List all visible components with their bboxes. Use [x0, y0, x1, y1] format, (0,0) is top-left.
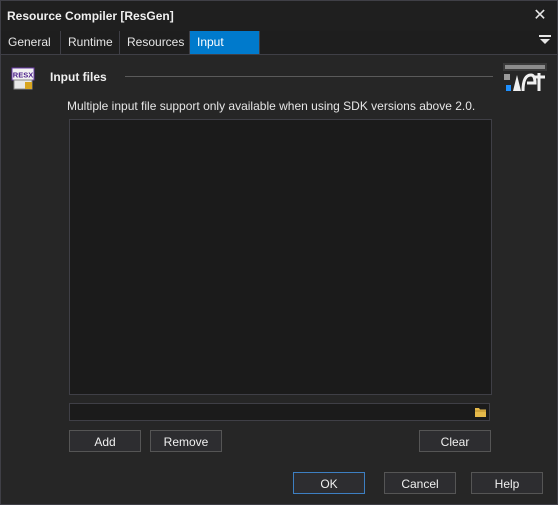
input-files-list[interactable]	[69, 119, 492, 395]
finalbuilder-net-logo	[503, 63, 547, 92]
tab-general[interactable]: General	[1, 31, 61, 54]
folder-icon[interactable]	[475, 407, 486, 417]
resgen-icon: RESX	[11, 67, 35, 90]
ok-button[interactable]: OK	[293, 472, 365, 494]
dialog-window: Resource Compiler [ResGen] ✕ General Run…	[0, 0, 558, 505]
tab-resources[interactable]: Resources	[120, 31, 190, 54]
main-content: RESX Input files Multiple input file sup…	[1, 55, 557, 504]
add-button[interactable]: Add	[69, 430, 141, 452]
section-title: Input files	[50, 70, 107, 84]
window-title: Resource Compiler [ResGen]	[7, 9, 174, 23]
help-button[interactable]: Help	[471, 472, 543, 494]
tab-input-files[interactable]: Input Files	[190, 31, 260, 72]
tab-menu-icon[interactable]	[539, 35, 551, 49]
clear-button[interactable]: Clear	[419, 430, 491, 452]
cancel-button[interactable]: Cancel	[384, 472, 456, 494]
tab-bar: General Runtime Resources Input Files	[1, 31, 557, 72]
close-button[interactable]: ✕	[529, 5, 551, 27]
sdk-info-text: Multiple input file support only availab…	[67, 99, 476, 113]
close-icon: ✕	[533, 7, 547, 24]
tab-runtime[interactable]: Runtime	[61, 31, 120, 54]
remove-button[interactable]: Remove	[150, 430, 222, 452]
svg-text:RESX: RESX	[13, 71, 33, 80]
file-path-input[interactable]	[69, 403, 490, 421]
title-bar: Resource Compiler [ResGen] ✕	[1, 1, 557, 31]
section-divider	[125, 76, 493, 77]
